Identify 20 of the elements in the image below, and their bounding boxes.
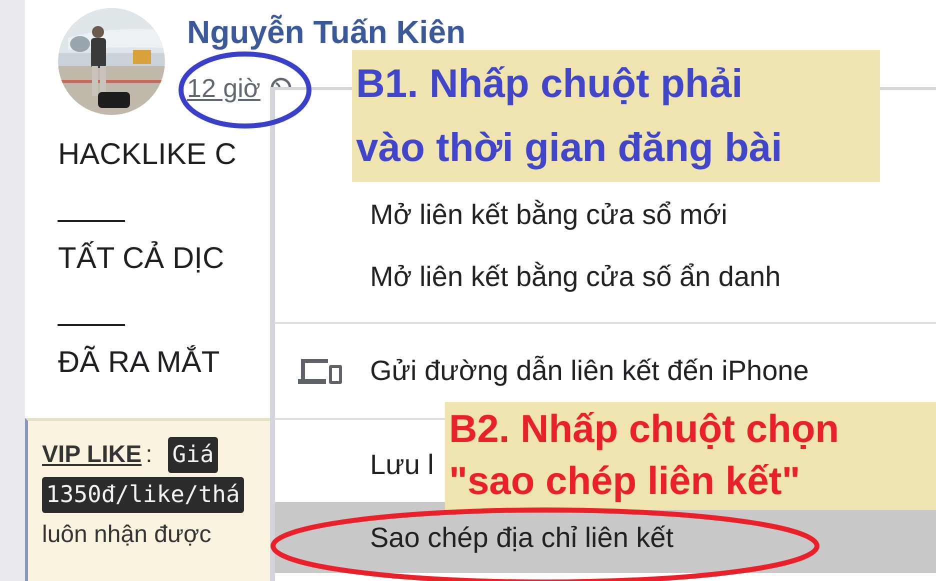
globe-icon (270, 77, 292, 87)
post-text: TẤT CẢ DỊC (58, 240, 224, 277)
author-name[interactable]: Nguyễn Tuấn Kiên (187, 14, 466, 50)
menu-item[interactable]: Gửi đường dẫn liên kết đến iPhone (275, 346, 813, 396)
post-time[interactable]: 12 giờ (187, 72, 260, 104)
promo-text: luôn nhận được (42, 520, 212, 550)
devices-icon (297, 357, 343, 385)
code-text: Giá (168, 437, 218, 473)
annotation-note: B1. Nhấp chuột phải vào thời gian đăng bài (352, 50, 880, 182)
menu-item[interactable]: Mở liên kết bằng cửa sổ mới (275, 184, 732, 246)
menu-item[interactable]: Mở liên kết bằng cửa số ẩn danh (275, 246, 785, 308)
promo-link[interactable]: VIP LIKE (42, 433, 142, 477)
code-text: 1350đ/like/thá (42, 477, 244, 513)
colon: : (146, 440, 152, 470)
post-text: ĐÃ RA MẮT (58, 344, 220, 381)
post-text: ____ (58, 293, 125, 329)
annotation-note: B2. Nhấp chuột chọn "sao chép liên kết" (445, 402, 936, 510)
menu-item[interactable]: Lưu l (275, 434, 438, 496)
post-text: HACKLIKE C (58, 137, 236, 173)
post-text: ____ (58, 189, 125, 225)
